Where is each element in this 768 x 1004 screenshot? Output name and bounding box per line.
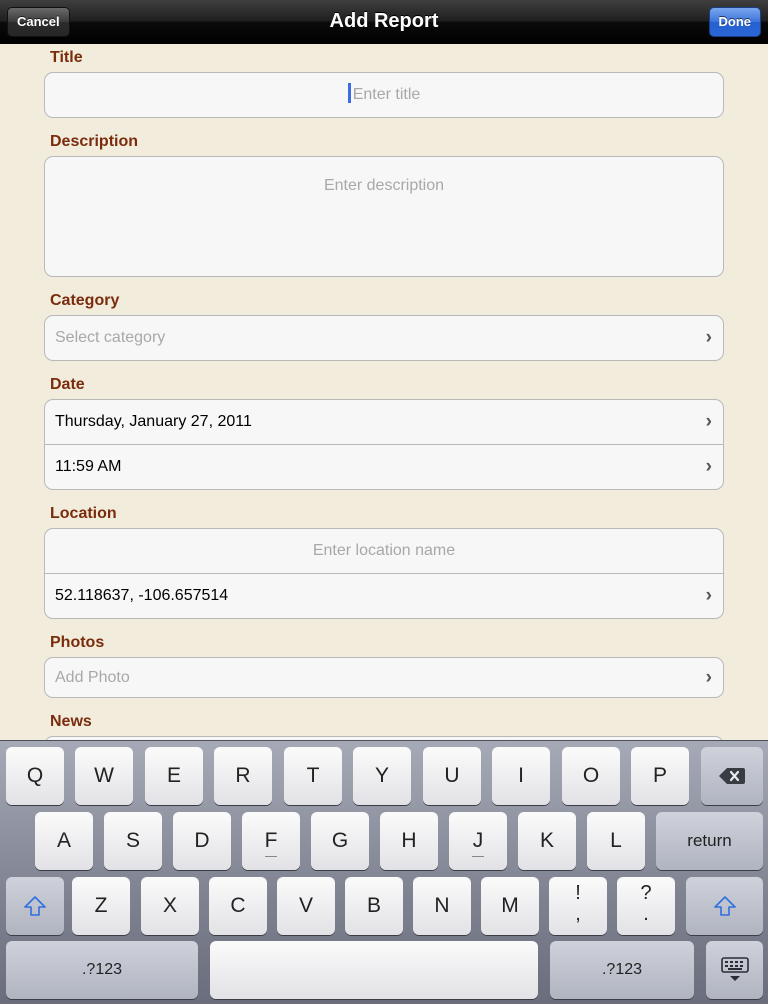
key-s[interactable]: S [104, 812, 162, 870]
key-v[interactable]: V [277, 877, 335, 935]
category-row[interactable]: Select category › [45, 316, 723, 360]
key-exclamation-label: ! [575, 882, 581, 904]
key-f[interactable]: F [242, 812, 300, 870]
home-row-marker [472, 856, 484, 857]
description-field[interactable]: Enter description [44, 156, 724, 277]
on-screen-keyboard: Q W E R T Y U I O P A S D F G H J K L re… [0, 740, 768, 1004]
date-group: Thursday, January 27, 2011 › 11:59 AM › [44, 399, 724, 490]
key-question-label: ? [640, 882, 652, 904]
page-title: Add Report [329, 10, 439, 32]
key-a[interactable]: A [35, 812, 93, 870]
coordinates-row[interactable]: 52.118637, -106.657514 › [45, 573, 723, 617]
numbers-key-left[interactable]: .?123 [6, 941, 198, 999]
key-m[interactable]: M [481, 877, 539, 935]
news-label: News [50, 713, 92, 730]
key-t[interactable]: T [284, 747, 342, 805]
key-q[interactable]: Q [6, 747, 64, 805]
chevron-right-icon: › [705, 667, 712, 688]
key-k[interactable]: K [518, 812, 576, 870]
add-photo-placeholder: Add Photo [55, 669, 130, 686]
key-x[interactable]: X [141, 877, 199, 935]
key-d[interactable]: D [173, 812, 231, 870]
space-key[interactable] [210, 941, 538, 999]
numbers-key-right[interactable]: .?123 [550, 941, 694, 999]
category-placeholder: Select category [55, 329, 166, 346]
key-l[interactable]: L [587, 812, 645, 870]
category-selector[interactable]: Select category › [44, 315, 724, 361]
shift-icon [713, 895, 736, 916]
done-button[interactable]: Done [708, 7, 761, 37]
shift-icon [24, 895, 46, 916]
key-o[interactable]: O [562, 747, 620, 805]
location-placeholder: Enter location name [312, 542, 456, 559]
cancel-button[interactable]: Cancel [7, 7, 70, 37]
description-placeholder: Enter description [323, 177, 445, 194]
key-y[interactable]: Y [353, 747, 411, 805]
key-n[interactable]: N [413, 877, 471, 935]
title-input[interactable]: Enter title [45, 73, 723, 117]
key-h[interactable]: H [380, 812, 438, 870]
coordinates-value: 52.118637, -106.657514 [55, 587, 229, 604]
add-photo-row[interactable]: Add Photo › [45, 658, 723, 697]
key-w[interactable]: W [75, 747, 133, 805]
key-z[interactable]: Z [72, 877, 130, 935]
time-value: 11:59 AM [55, 458, 122, 475]
time-row[interactable]: 11:59 AM › [45, 444, 723, 488]
key-question-period[interactable]: ? . [617, 877, 675, 935]
key-i[interactable]: I [492, 747, 550, 805]
delete-key[interactable] [701, 747, 763, 805]
key-j[interactable]: J [449, 812, 507, 870]
key-c[interactable]: C [209, 877, 267, 935]
chevron-right-icon: › [705, 585, 712, 606]
date-value: Thursday, January 27, 2011 [55, 413, 252, 430]
shift-key-right[interactable] [686, 877, 763, 935]
title-label: Title [50, 49, 83, 66]
return-key[interactable]: return [656, 812, 763, 870]
key-f-label: F [264, 829, 278, 852]
location-label: Location [50, 505, 117, 522]
key-e[interactable]: E [145, 747, 203, 805]
key-g[interactable]: G [311, 812, 369, 870]
navigation-bar: Add Report Cancel Done [0, 0, 768, 44]
key-p[interactable]: P [631, 747, 689, 805]
text-cursor [347, 83, 351, 103]
hide-keyboard-key[interactable] [706, 941, 763, 999]
chevron-right-icon: › [705, 411, 712, 432]
title-field[interactable]: Enter title [44, 72, 724, 118]
date-row[interactable]: Thursday, January 27, 2011 › [45, 400, 723, 444]
photos-selector[interactable]: Add Photo › [44, 657, 724, 698]
key-u[interactable]: U [423, 747, 481, 805]
date-label: Date [50, 376, 85, 393]
chevron-right-icon: › [705, 456, 712, 477]
home-row-marker [265, 856, 277, 857]
key-comma-label: , [575, 903, 581, 925]
location-name-input[interactable]: Enter location name [45, 529, 723, 573]
backspace-icon [719, 767, 745, 784]
key-period-label: . [643, 903, 649, 925]
key-r[interactable]: R [214, 747, 272, 805]
description-label: Description [50, 133, 139, 150]
key-exclamation-comma[interactable]: ! , [549, 877, 607, 935]
shift-key-left[interactable] [6, 877, 64, 935]
photos-label: Photos [50, 634, 105, 651]
hide-keyboard-icon [720, 956, 749, 981]
location-group: Enter location name 52.118637, -106.6575… [44, 528, 724, 619]
category-label: Category [50, 292, 120, 309]
chevron-right-icon: › [705, 327, 712, 348]
title-placeholder: Enter title [352, 86, 421, 103]
key-j-label: J [472, 829, 484, 852]
key-b[interactable]: B [345, 877, 403, 935]
